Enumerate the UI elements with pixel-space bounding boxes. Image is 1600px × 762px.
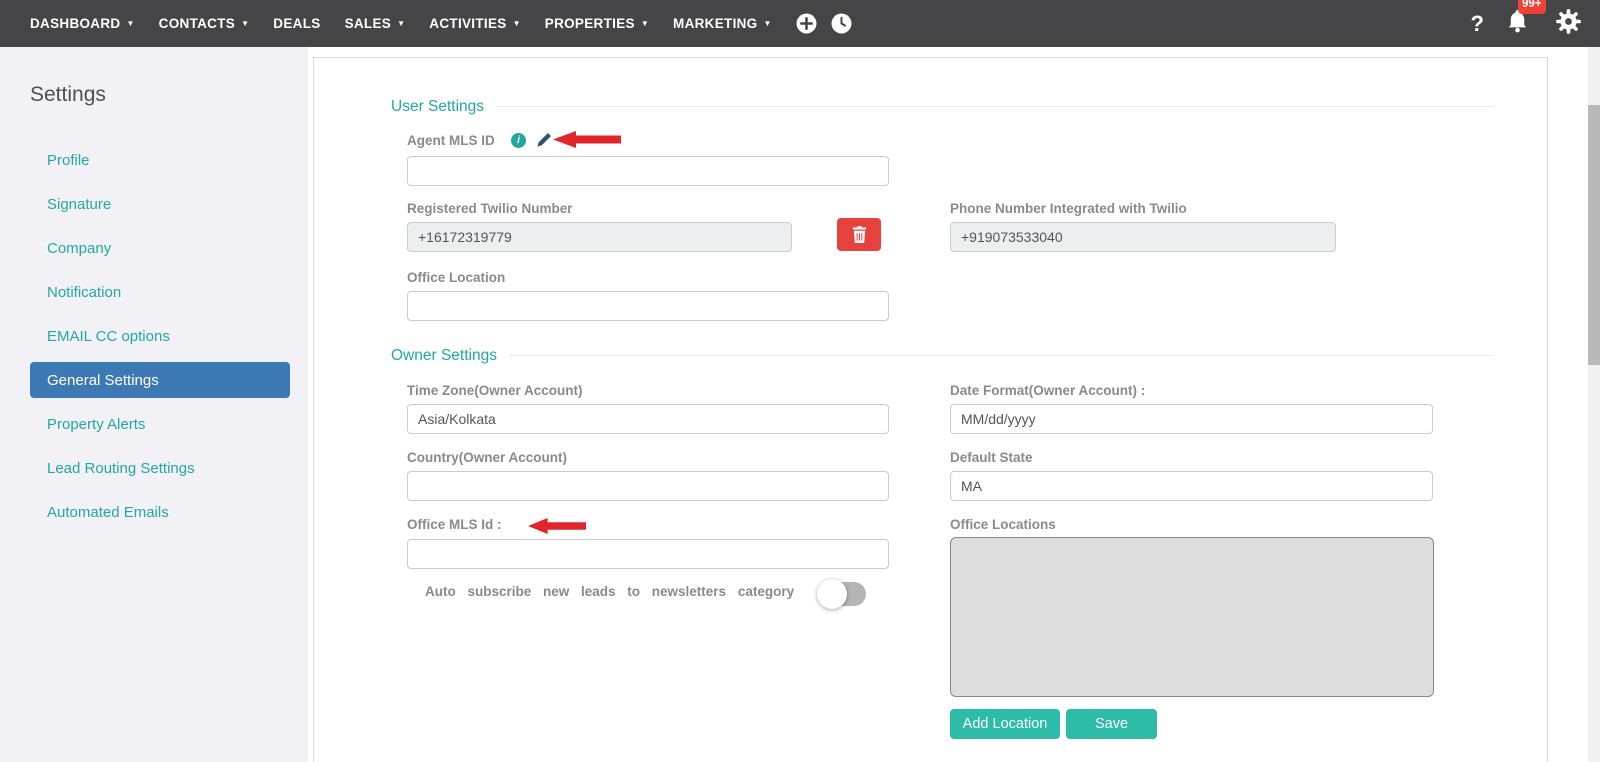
sidebar-item-notification[interactable]: Notification (30, 270, 290, 314)
settings-sidebar: Settings Profile Signature Company Notif… (0, 47, 308, 762)
country-label: Country(Owner Account) (407, 450, 567, 465)
agent-mls-id-input[interactable] (407, 156, 889, 186)
user-settings-heading: User Settings (391, 98, 496, 116)
red-arrow-annotation (553, 131, 621, 148)
scrollbar-track[interactable] (1588, 47, 1600, 762)
delete-twilio-number-button[interactable] (837, 218, 881, 251)
nav-item-contacts[interactable]: CONTACTS ▼ (159, 16, 250, 31)
notifications-bell[interactable]: 99+ (1506, 8, 1529, 39)
trash-icon (852, 226, 867, 243)
gear-icon (1555, 8, 1582, 35)
nav-item-deals[interactable]: DEALS (273, 16, 320, 31)
general-settings-panel: User Settings Agent MLS ID i Registered … (313, 57, 1548, 762)
office-locations-box[interactable] (950, 537, 1434, 697)
nav-item-label: CONTACTS (159, 16, 235, 31)
nav-item-label: ACTIVITIES (429, 16, 506, 31)
info-icon[interactable]: i (511, 133, 526, 148)
chevron-down-icon: ▼ (241, 19, 249, 28)
auto-subscribe-label: Auto subscribe new leads to newsletters … (425, 584, 793, 599)
time-zone-label: Time Zone(Owner Account) (407, 383, 583, 398)
nav-item-label: SALES (345, 16, 392, 31)
scrollbar-thumb[interactable] (1588, 105, 1600, 365)
sidebar-item-lead-routing-settings[interactable]: Lead Routing Settings (30, 446, 290, 490)
sidebar-item-company[interactable]: Company (30, 226, 290, 270)
top-navigation-bar: DASHBOARD ▼ CONTACTS ▼ DEALS SALES ▼ ACT… (0, 0, 1600, 47)
save-button[interactable]: Save (1066, 709, 1157, 739)
office-mls-id-input[interactable] (407, 539, 889, 569)
nav-utilities: ? 99+ (1471, 0, 1582, 47)
office-mls-id-label: Office MLS Id : (407, 517, 502, 532)
chevron-down-icon: ▼ (397, 19, 405, 28)
nav-item-label: MARKETING (673, 16, 757, 31)
phone-integrated-twilio-label: Phone Number Integrated with Twilio (950, 201, 1187, 216)
section-divider (479, 106, 1493, 107)
chevron-down-icon: ▼ (763, 19, 771, 28)
nav-menu: DASHBOARD ▼ CONTACTS ▼ DEALS SALES ▼ ACT… (30, 13, 866, 34)
office-locations-label: Office Locations (950, 517, 1056, 532)
chevron-down-icon: ▼ (641, 19, 649, 28)
nav-item-label: PROPERTIES (545, 16, 635, 31)
phone-integrated-twilio-input (950, 222, 1336, 252)
red-arrow-annotation (528, 518, 586, 534)
owner-settings-heading: Owner Settings (391, 347, 509, 365)
add-location-button[interactable]: Add Location (950, 709, 1060, 739)
section-divider (506, 355, 1493, 356)
office-location-label: Office Location (407, 270, 505, 285)
registered-twilio-number-input (407, 222, 792, 252)
add-icon[interactable] (796, 13, 817, 34)
sidebar-item-general-settings[interactable]: General Settings (30, 362, 290, 398)
nav-item-label: DEALS (273, 16, 320, 31)
nav-item-properties[interactable]: PROPERTIES ▼ (545, 16, 649, 31)
chevron-down-icon: ▼ (126, 19, 134, 28)
edit-pencil-icon[interactable] (535, 130, 554, 149)
toggle-knob (817, 579, 847, 609)
clock-icon[interactable] (831, 13, 852, 34)
nav-item-dashboard[interactable]: DASHBOARD ▼ (30, 16, 135, 31)
agent-mls-id-label: Agent MLS ID (407, 133, 495, 148)
sidebar-item-property-alerts[interactable]: Property Alerts (30, 402, 290, 446)
nav-item-activities[interactable]: ACTIVITIES ▼ (429, 16, 520, 31)
date-format-label: Date Format(Owner Account) : (950, 383, 1145, 398)
office-location-input[interactable] (407, 291, 889, 321)
nav-item-sales[interactable]: SALES ▼ (345, 16, 406, 31)
sidebar-menu: Profile Signature Company Notification E… (0, 138, 308, 534)
chevron-down-icon: ▼ (513, 19, 521, 28)
country-input[interactable] (407, 471, 889, 501)
registered-twilio-number-label: Registered Twilio Number (407, 201, 573, 216)
sidebar-item-automated-emails[interactable]: Automated Emails (30, 490, 290, 534)
nav-item-label: DASHBOARD (30, 16, 120, 31)
sidebar-title: Settings (30, 83, 106, 107)
settings-gear[interactable] (1555, 8, 1582, 40)
time-zone-input[interactable] (407, 404, 889, 434)
notification-count-badge: 99+ (1518, 0, 1546, 14)
help-icon[interactable]: ? (1471, 11, 1484, 37)
sidebar-item-email-cc-options[interactable]: EMAIL CC options (30, 314, 290, 358)
sidebar-item-signature[interactable]: Signature (30, 182, 290, 226)
default-state-label: Default State (950, 450, 1033, 465)
default-state-input[interactable] (950, 471, 1433, 501)
sidebar-item-profile[interactable]: Profile (30, 138, 290, 182)
date-format-input[interactable] (950, 404, 1433, 434)
auto-subscribe-toggle[interactable] (820, 582, 866, 606)
nav-item-marketing[interactable]: MARKETING ▼ (673, 16, 772, 31)
